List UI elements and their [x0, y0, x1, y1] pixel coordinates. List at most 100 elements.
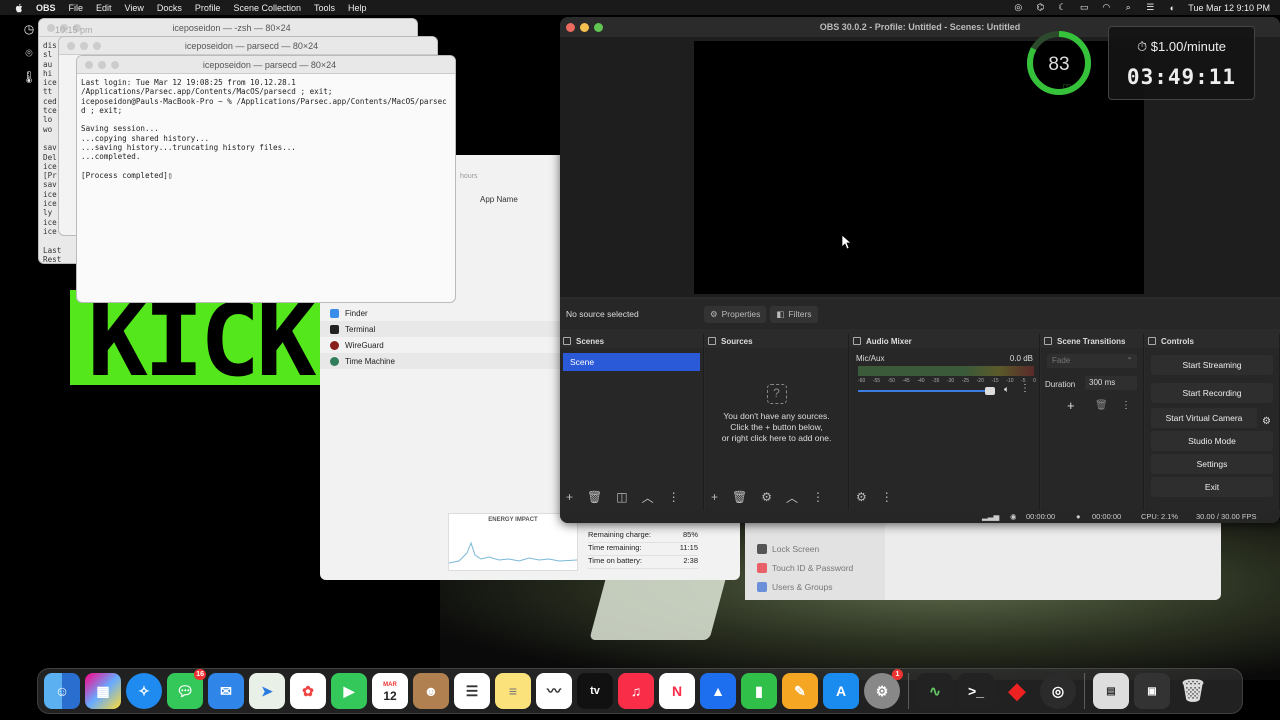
- dock-undock-icon[interactable]: [1148, 337, 1156, 345]
- heart-rate-ring: 83 ♡: [1024, 28, 1094, 98]
- obs-status-icon[interactable]: ◎: [1012, 2, 1024, 13]
- column-header-app-name[interactable]: App Name: [480, 195, 518, 204]
- apple-icon[interactable]: [12, 3, 26, 13]
- volume-slider-handle[interactable]: [985, 387, 995, 395]
- news-icon[interactable]: N: [659, 673, 695, 709]
- focus-moon-icon[interactable]: ☾: [1056, 2, 1068, 13]
- trash-icon[interactable]: 🗑︎: [587, 490, 602, 504]
- appletv-icon[interactable]: tv: [577, 673, 613, 709]
- menu-bar: OBS File Edit View Docks Profile Scene C…: [0, 0, 1280, 15]
- dock-undock-icon[interactable]: [853, 337, 861, 345]
- more-options-icon[interactable]: ⋮: [1020, 383, 1030, 394]
- mail-icon[interactable]: ✉: [208, 673, 244, 709]
- start-streaming-button[interactable]: Start Streaming: [1151, 355, 1273, 375]
- facetime-icon[interactable]: ▶: [331, 673, 367, 709]
- menu-scene-collection[interactable]: Scene Collection: [233, 3, 301, 13]
- scene-list-item[interactable]: Scene: [563, 353, 700, 371]
- properties-button[interactable]: ⚙ Properties: [704, 305, 767, 323]
- add-transition-button[interactable]: +: [1067, 398, 1075, 413]
- photos-icon[interactable]: ✿: [290, 673, 326, 709]
- finder-icon[interactable]: ☺: [44, 673, 80, 709]
- menu-view[interactable]: View: [125, 3, 144, 13]
- wifi-icon[interactable]: ◠: [1100, 2, 1112, 13]
- list-item[interactable]: Terminal: [320, 321, 560, 337]
- freeform-icon[interactable]: 〰: [536, 673, 572, 709]
- start-recording-button[interactable]: Start Recording: [1151, 383, 1273, 403]
- dock-separator: [1084, 673, 1085, 709]
- scene-filters-icon[interactable]: ◫: [616, 490, 627, 504]
- add-scene-button[interactable]: +: [566, 490, 573, 504]
- macos-dock: ☺ ▦ ✧ 💬︎ 16 ✉ ➤ ✿ ▶ MAR 12 ☻ ☰ ≡ 〰 tv ♫ N …: [37, 668, 1243, 714]
- dock-undock-icon[interactable]: [563, 337, 571, 345]
- menu-tools[interactable]: Tools: [314, 3, 335, 13]
- more-options-icon[interactable]: ⋮: [1121, 400, 1131, 411]
- trash-icon[interactable]: 🗑︎: [1175, 673, 1211, 709]
- settings-button[interactable]: Settings: [1151, 454, 1273, 474]
- system-settings-window[interactable]: Lock Screen Touch ID & Password Users & …: [745, 520, 1221, 600]
- trash-icon[interactable]: 🗑︎: [732, 490, 747, 504]
- app-menu[interactable]: OBS: [36, 3, 56, 13]
- sidebar-item-users[interactable]: Users & Groups: [757, 582, 832, 592]
- list-item[interactable]: WireGuard: [320, 337, 560, 353]
- more-options-icon[interactable]: ⋮: [812, 490, 824, 504]
- battery-icon[interactable]: ▭: [1078, 2, 1090, 13]
- parsec-icon[interactable]: ◆: [999, 673, 1035, 709]
- dock-undock-icon[interactable]: [1044, 337, 1052, 345]
- move-up-icon[interactable]: ︿: [786, 489, 798, 506]
- screenshot-folder-icon[interactable]: ▤: [1093, 673, 1129, 709]
- launchpad-icon[interactable]: ▦: [85, 673, 121, 709]
- list-item[interactable]: Finder: [320, 305, 560, 321]
- menu-docks[interactable]: Docks: [157, 3, 182, 13]
- system-settings-icon[interactable]: ⚙ 1: [864, 669, 903, 709]
- numbers-icon[interactable]: ▮: [741, 673, 777, 709]
- reminders-icon[interactable]: ☰: [454, 673, 490, 709]
- safari-icon[interactable]: ✧: [126, 673, 162, 709]
- studio-mode-button[interactable]: Studio Mode: [1151, 431, 1273, 451]
- calendar-icon[interactable]: MAR 12: [372, 673, 408, 709]
- menu-help[interactable]: Help: [348, 3, 367, 13]
- sidebar-item-lock-screen[interactable]: Lock Screen: [757, 544, 819, 554]
- sources-empty-hint[interactable]: ? You don't have any sources. Click the …: [705, 384, 848, 444]
- dock-undock-icon[interactable]: [708, 337, 716, 345]
- menu-file[interactable]: File: [69, 3, 84, 13]
- recent-file-icon[interactable]: ▣: [1134, 673, 1170, 709]
- contacts-icon[interactable]: ☻: [413, 673, 449, 709]
- wireguard-icon[interactable]: ⌬: [1034, 2, 1046, 13]
- move-up-icon[interactable]: ︿: [642, 489, 654, 506]
- battery-row: Time on battery: 2:38: [588, 556, 698, 569]
- keynote-icon[interactable]: ▲: [700, 673, 736, 709]
- list-item[interactable]: Time Machine: [320, 353, 560, 369]
- start-virtual-camera-button[interactable]: Start Virtual Camera: [1151, 408, 1257, 428]
- app-store-icon[interactable]: A: [823, 673, 859, 709]
- activity-monitor-icon[interactable]: ∿: [917, 673, 953, 709]
- sidebar-item-touch-id[interactable]: Touch ID & Password: [757, 563, 853, 573]
- volume-slider[interactable]: [858, 390, 990, 392]
- menu-clock[interactable]: Tue Mar 12 9:10 PM: [1188, 3, 1270, 13]
- add-source-button[interactable]: +: [711, 490, 718, 504]
- gear-icon[interactable]: ⚙: [1262, 416, 1271, 427]
- menu-edit[interactable]: Edit: [96, 3, 112, 13]
- music-icon[interactable]: ♫: [618, 673, 654, 709]
- obs-icon[interactable]: ◎: [1040, 673, 1076, 709]
- notes-icon[interactable]: ≡: [495, 673, 531, 709]
- messages-icon[interactable]: 💬︎ 16: [167, 669, 206, 709]
- terminal-window-front[interactable]: iceposeidon — parsecd — 80×24 Last login…: [76, 55, 456, 303]
- more-options-icon[interactable]: ⋮: [668, 490, 680, 504]
- advanced-audio-icon[interactable]: ⚙: [856, 490, 867, 504]
- control-center-icon[interactable]: ☰: [1144, 2, 1156, 13]
- terminal-output[interactable]: Last login: Tue Mar 12 19:08:25 from 10.…: [77, 74, 455, 184]
- exit-button[interactable]: Exit: [1151, 477, 1273, 497]
- terminal-icon[interactable]: >_: [958, 673, 994, 709]
- menu-profile[interactable]: Profile: [195, 3, 221, 13]
- maps-icon[interactable]: ➤: [249, 673, 285, 709]
- search-icon[interactable]: ⌕: [1122, 2, 1134, 13]
- more-options-icon[interactable]: ⋮: [881, 490, 893, 504]
- duration-input[interactable]: 300 ms: [1085, 376, 1137, 390]
- pages-icon[interactable]: ✎: [782, 673, 818, 709]
- filters-button[interactable]: ◧ Filters: [770, 305, 818, 323]
- transition-select[interactable]: Fade ⌃: [1047, 354, 1137, 368]
- trash-icon[interactable]: 🗑︎: [1095, 400, 1108, 411]
- gear-icon[interactable]: ⚙: [761, 490, 772, 504]
- speaker-icon[interactable]: 🔈︎: [1004, 384, 1009, 395]
- siri-icon[interactable]: ◐: [1166, 3, 1178, 13]
